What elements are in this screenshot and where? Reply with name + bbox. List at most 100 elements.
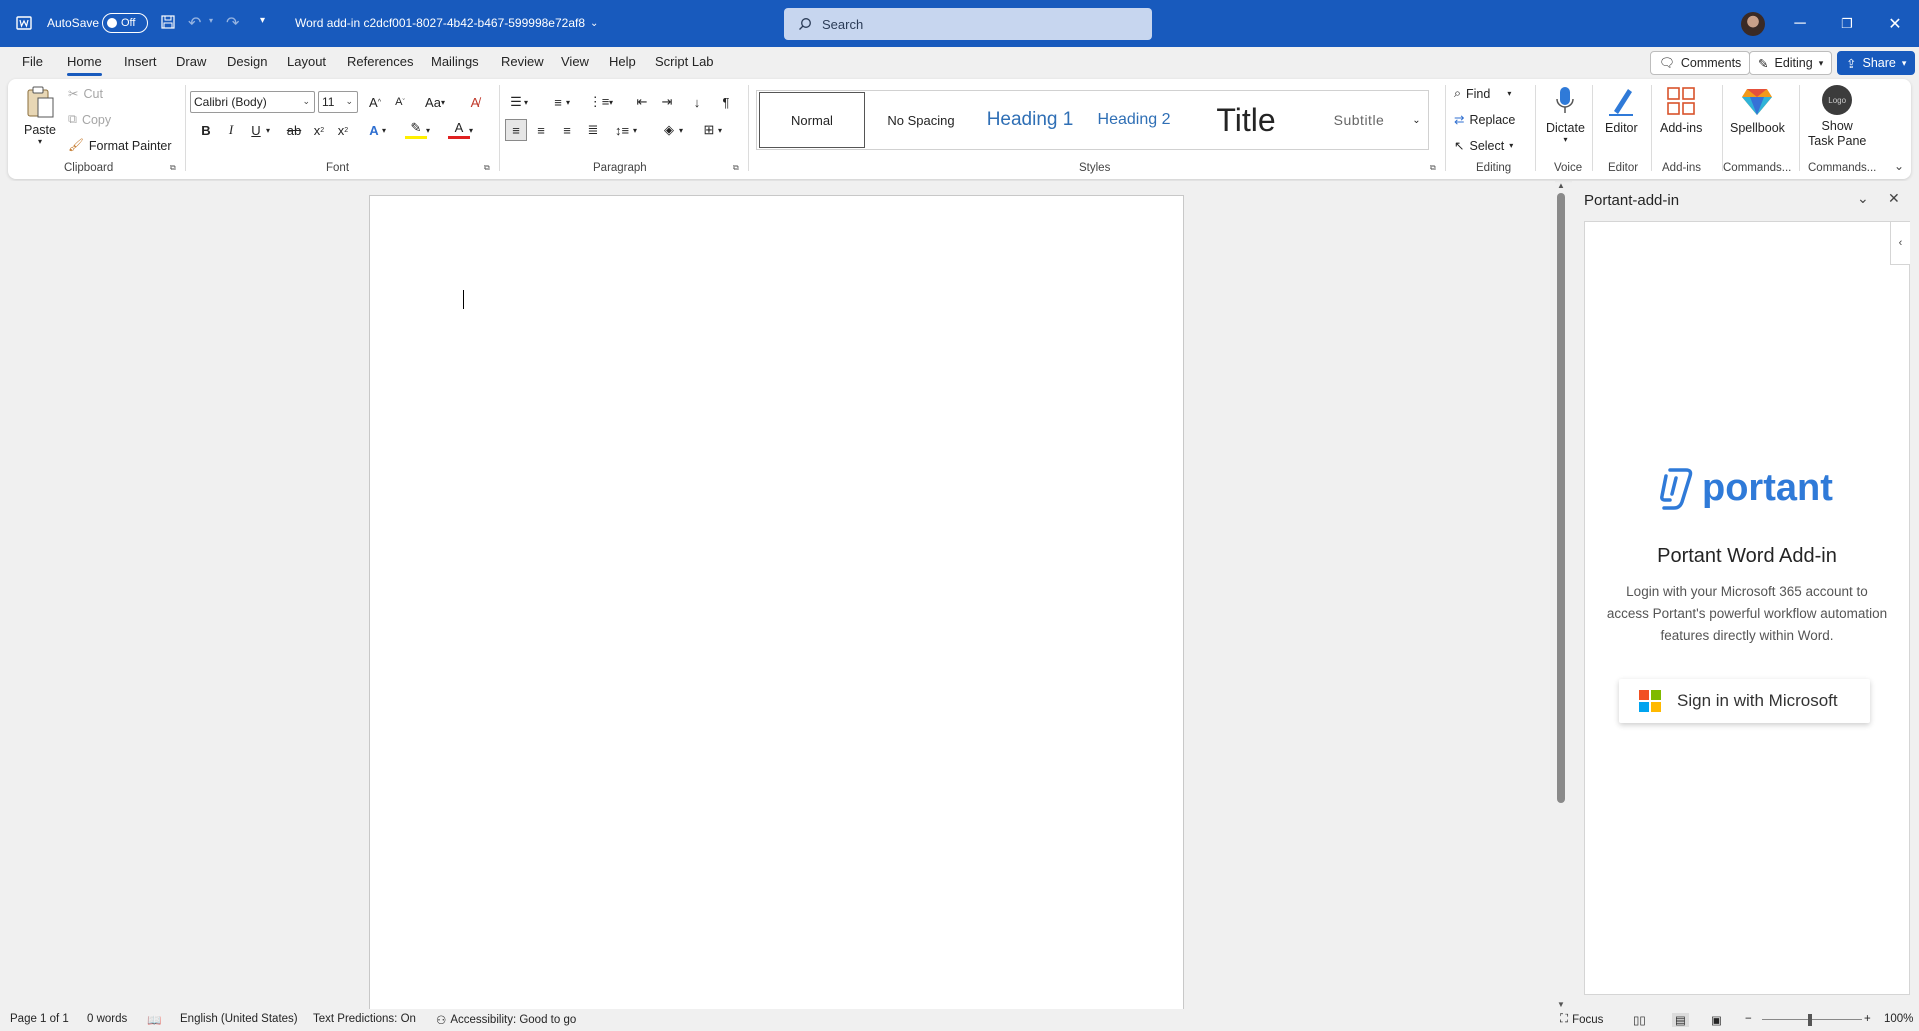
- tab-home[interactable]: Home: [67, 54, 102, 76]
- zoom-in-icon[interactable]: +: [1864, 1013, 1871, 1025]
- undo-icon[interactable]: ↶: [188, 13, 201, 33]
- document-title[interactable]: Word add-in c2dcf001-8027-4b42-b467-5999…: [295, 16, 598, 30]
- tab-view[interactable]: View: [561, 54, 589, 69]
- italic-icon[interactable]: I: [220, 119, 242, 141]
- chevron-down-icon[interactable]: ▾: [520, 91, 532, 113]
- dialog-launcher-icon[interactable]: ⧉: [170, 163, 176, 173]
- text-predictions-status[interactable]: Text Predictions: On: [313, 1013, 416, 1025]
- zoom-slider-thumb[interactable]: [1808, 1014, 1812, 1026]
- accessibility-status[interactable]: ⚇ Accessibility: Good to go: [436, 1013, 576, 1027]
- close-pane-icon[interactable]: ✕: [1888, 190, 1900, 207]
- spellbook-button[interactable]: Spellbook: [1730, 85, 1785, 135]
- chevron-down-icon[interactable]: ▾: [378, 119, 390, 141]
- undo-dropdown-icon[interactable]: ▾: [209, 16, 213, 25]
- chevron-down-icon[interactable]: ▾: [562, 91, 574, 113]
- chevron-down-icon[interactable]: ▾: [675, 119, 687, 141]
- dialog-launcher-icon[interactable]: ⧉: [484, 163, 490, 173]
- scroll-up-icon[interactable]: ▲: [1557, 181, 1565, 190]
- sort-icon[interactable]: ↓: [686, 91, 708, 113]
- find-button[interactable]: ⌕ Find ▾: [1454, 86, 1511, 101]
- chevron-down-icon[interactable]: ▾: [422, 119, 434, 141]
- tab-script-lab[interactable]: Script Lab: [655, 54, 714, 69]
- restore-icon[interactable]: ❐: [1835, 12, 1859, 36]
- tab-insert[interactable]: Insert: [124, 54, 157, 69]
- add-ins-button[interactable]: Add-ins: [1660, 85, 1702, 135]
- save-icon[interactable]: [160, 14, 176, 30]
- font-size-select[interactable]: 11 ⌄: [318, 91, 358, 113]
- font-family-select[interactable]: Calibri (Body) ⌄: [190, 91, 315, 113]
- autosave-toggle[interactable]: Off: [102, 13, 148, 33]
- copy-button[interactable]: ⧉ Copy: [68, 112, 111, 127]
- collapse-ribbon-icon[interactable]: ⌄: [1894, 159, 1904, 173]
- justify-icon[interactable]: ≣: [582, 119, 604, 141]
- tab-draw[interactable]: Draw: [176, 54, 206, 69]
- tab-file[interactable]: File: [22, 54, 43, 69]
- scroll-down-icon[interactable]: ▼: [1557, 1000, 1565, 1009]
- chevron-down-icon[interactable]: ▾: [465, 119, 477, 141]
- print-layout-icon[interactable]: ▤: [1672, 1013, 1689, 1027]
- collapse-sidebar-icon[interactable]: ‹: [1890, 221, 1910, 265]
- tab-help[interactable]: Help: [609, 54, 636, 69]
- tab-layout[interactable]: Layout: [287, 54, 326, 69]
- editor-button[interactable]: Editor: [1605, 85, 1638, 135]
- format-painter-button[interactable]: 🖌 Format Painter: [68, 138, 172, 153]
- zoom-slider[interactable]: [1762, 1019, 1862, 1020]
- replace-button[interactable]: ⇄ Replace: [1454, 112, 1515, 128]
- page-count[interactable]: Page 1 of 1: [10, 1013, 69, 1025]
- chevron-down-icon[interactable]: ▾: [262, 119, 274, 141]
- language-status[interactable]: English (United States): [180, 1013, 298, 1025]
- tab-design[interactable]: Design: [227, 54, 267, 69]
- document-page[interactable]: [369, 195, 1184, 1010]
- subscript-icon[interactable]: x2: [308, 119, 330, 141]
- customize-qat-icon[interactable]: ▾: [260, 15, 265, 26]
- align-right-icon[interactable]: ≡: [556, 119, 578, 141]
- close-window-icon[interactable]: ✕: [1883, 12, 1907, 36]
- focus-button[interactable]: ⛶ Focus: [1560, 1013, 1603, 1026]
- align-center-icon[interactable]: ≡: [530, 119, 552, 141]
- dialog-launcher-icon[interactable]: ⧉: [733, 163, 739, 173]
- chevron-down-icon[interactable]: ▾: [629, 119, 641, 141]
- tab-review[interactable]: Review: [501, 54, 544, 69]
- read-mode-icon[interactable]: ▯▯: [1633, 1013, 1646, 1027]
- clear-formatting-icon[interactable]: A̸: [464, 91, 486, 113]
- shrink-font-icon[interactable]: Aˇ: [389, 91, 411, 113]
- chevron-down-icon[interactable]: ▾: [714, 119, 726, 141]
- select-button[interactable]: ↖ Select ▾: [1454, 138, 1513, 154]
- show-formatting-marks-icon[interactable]: ¶: [715, 91, 737, 113]
- user-avatar[interactable]: [1741, 12, 1765, 36]
- style-normal[interactable]: Normal: [759, 92, 865, 148]
- decrease-indent-icon[interactable]: ⇤: [631, 91, 653, 113]
- grow-font-icon[interactable]: A ^: [364, 91, 386, 113]
- word-count[interactable]: 0 words: [87, 1013, 127, 1025]
- style-heading-2[interactable]: Heading 2: [1085, 91, 1183, 149]
- style-title[interactable]: Title: [1183, 91, 1309, 149]
- paste-button[interactable]: Paste ▾: [24, 85, 56, 146]
- bold-icon[interactable]: B: [195, 119, 217, 141]
- scrollbar-thumb[interactable]: [1557, 193, 1565, 803]
- web-layout-icon[interactable]: ▣: [1711, 1013, 1722, 1027]
- minimize-icon[interactable]: ─: [1788, 12, 1812, 36]
- superscript-icon[interactable]: x2: [332, 119, 354, 141]
- dialog-launcher-icon[interactable]: ⧉: [1430, 163, 1436, 173]
- style-no-spacing[interactable]: No Spacing: [867, 91, 975, 149]
- pane-options-chevron-icon[interactable]: ⌄: [1857, 190, 1869, 207]
- style-subtitle[interactable]: Subtitle: [1309, 91, 1409, 149]
- styles-more-icon[interactable]: ⌄: [1405, 90, 1429, 150]
- cut-button[interactable]: ✂ Cut: [68, 86, 103, 102]
- editing-mode-button[interactable]: ✎ Editing ▾: [1749, 51, 1833, 75]
- increase-indent-icon[interactable]: ⇥: [656, 91, 678, 113]
- word-app-icon[interactable]: [16, 15, 32, 31]
- zoom-level[interactable]: 100%: [1884, 1013, 1913, 1025]
- change-case-icon[interactable]: Aa ▾: [420, 91, 450, 113]
- chevron-down-icon[interactable]: ▾: [605, 91, 617, 113]
- proofing-icon[interactable]: 📖: [147, 1013, 161, 1027]
- align-left-icon[interactable]: ≡: [505, 119, 527, 141]
- vertical-scrollbar[interactable]: ▲ ▼: [1554, 181, 1568, 1009]
- strikethrough-icon[interactable]: ab: [283, 119, 305, 141]
- sign-in-microsoft-button[interactable]: Sign in with Microsoft: [1619, 679, 1870, 723]
- search-box[interactable]: Search: [784, 8, 1152, 40]
- zoom-out-icon[interactable]: −: [1745, 1013, 1752, 1025]
- comments-button[interactable]: 🗨 Comments: [1650, 51, 1751, 75]
- dictate-button[interactable]: Dictate ▾: [1546, 85, 1585, 144]
- share-button[interactable]: ⇪ Share ▾: [1837, 51, 1916, 75]
